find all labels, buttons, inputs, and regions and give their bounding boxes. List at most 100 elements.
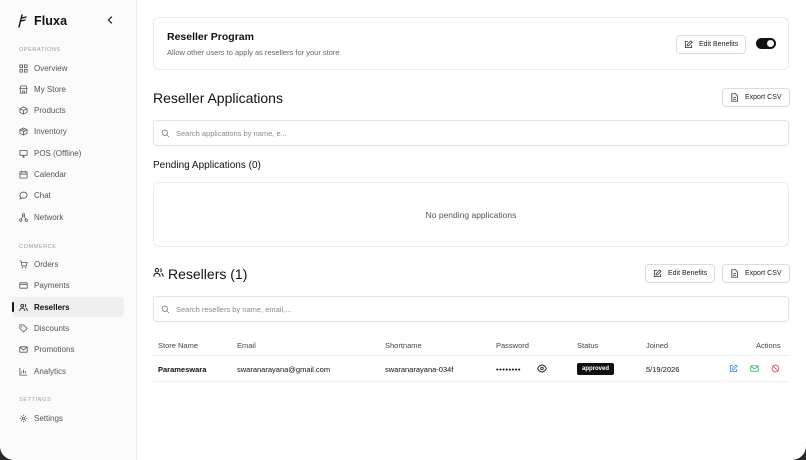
joined-cell: 5/19/2026 xyxy=(646,365,680,374)
reseller-program-card: Reseller Program Allow other users to ap… xyxy=(153,17,789,70)
edit-icon xyxy=(684,40,693,49)
sidebar-item-label: Payments xyxy=(34,280,70,290)
box-icon xyxy=(19,105,28,115)
store-icon xyxy=(19,84,28,94)
sidebar-item-label: Network xyxy=(34,212,64,222)
grid-icon xyxy=(19,63,28,73)
file-icon xyxy=(731,93,738,102)
brand: Fluxa xyxy=(16,12,122,30)
sidebar-item-my-store[interactable]: My Store xyxy=(12,79,124,99)
block-icon[interactable] xyxy=(771,364,780,373)
applications-search-input[interactable] xyxy=(176,128,736,138)
edit-benefits-button[interactable]: Edit Benefits xyxy=(676,35,747,54)
sidebar-item-resellers[interactable]: Resellers xyxy=(12,297,124,317)
column-header: Joined xyxy=(646,341,669,350)
search-icon xyxy=(161,129,170,137)
edit-benefits-label: Edit Benefits xyxy=(699,41,739,48)
section-label-commerce: COMMERCE xyxy=(19,244,57,250)
sidebar: Fluxa OPERATIONS Overview My Store Produ… xyxy=(0,0,137,460)
sidebar-item-settings[interactable]: Settings xyxy=(12,408,124,428)
mail-icon xyxy=(19,345,28,353)
resellers-search-input[interactable] xyxy=(176,304,736,314)
column-header: Status xyxy=(577,341,599,350)
collapse-sidebar-icon[interactable] xyxy=(104,14,116,26)
sidebar-item-label: Resellers xyxy=(34,302,70,312)
mail-icon[interactable] xyxy=(750,364,759,373)
column-header: Actions xyxy=(756,341,781,350)
row-divider xyxy=(153,381,789,382)
column-header: Password xyxy=(496,341,529,350)
empty-state-text: No pending applications xyxy=(425,210,517,220)
sidebar-item-orders[interactable]: Orders xyxy=(12,254,124,274)
pending-applications-title: Pending Applications (0) xyxy=(153,160,261,171)
monitor-icon xyxy=(19,149,28,158)
main-content: Reseller Program Allow other users to ap… xyxy=(137,0,806,460)
sidebar-item-label: Inventory xyxy=(34,126,67,136)
sidebar-item-label: My Store xyxy=(34,84,67,94)
package-icon xyxy=(19,126,28,136)
export-resellers-button[interactable]: Export CSV xyxy=(722,264,790,283)
sidebar-item-chat[interactable]: Chat xyxy=(12,185,124,205)
email-cell: swaranarayana@gmail.com xyxy=(237,365,331,374)
sidebar-item-label: Discounts xyxy=(34,323,70,333)
store-name-cell: Parameswara xyxy=(158,365,207,374)
sidebar-item-label: Products xyxy=(34,105,66,115)
sidebar-item-products[interactable]: Products xyxy=(12,100,124,120)
edit-icon xyxy=(653,269,662,278)
sidebar-item-label: Calendar xyxy=(34,169,67,179)
sidebar-item-network[interactable]: Network xyxy=(12,207,124,227)
applications-search[interactable] xyxy=(153,120,789,146)
applications-title: Reseller Applications xyxy=(153,90,283,106)
sidebar-item-analytics[interactable]: Analytics xyxy=(12,361,124,381)
column-header: Email xyxy=(237,341,256,350)
sidebar-item-label: Promotions xyxy=(34,344,75,354)
toggle-knob xyxy=(767,40,774,47)
file-icon xyxy=(731,269,738,278)
sidebar-item-discounts[interactable]: Discounts xyxy=(12,318,124,338)
pending-applications-panel: No pending applications xyxy=(153,182,789,247)
column-header: Store Name xyxy=(158,341,199,350)
credit-card-icon xyxy=(19,281,28,289)
app-window: Fluxa OPERATIONS Overview My Store Produ… xyxy=(0,0,806,460)
sidebar-item-payments[interactable]: Payments xyxy=(12,275,124,295)
users-icon xyxy=(19,303,28,311)
export-csv-label: Export CSV xyxy=(745,270,782,277)
network-icon xyxy=(19,212,28,222)
sidebar-item-label: Orders xyxy=(34,259,59,269)
sidebar-item-pos-offline[interactable]: POS (Offline) xyxy=(12,143,124,163)
export-applications-button[interactable]: Export CSV xyxy=(722,88,790,107)
eye-icon[interactable] xyxy=(537,364,547,373)
sidebar-item-inventory[interactable]: Inventory xyxy=(12,121,124,141)
search-icon xyxy=(161,305,170,313)
cart-icon xyxy=(19,259,28,268)
sidebar-item-label: Overview xyxy=(34,63,68,73)
app-name: Fluxa xyxy=(34,14,68,28)
calendar-icon xyxy=(19,170,28,179)
header-divider xyxy=(153,355,789,356)
chat-icon xyxy=(19,191,28,200)
shortname-cell: swaranarayana-034f xyxy=(385,365,454,374)
sidebar-item-overview[interactable]: Overview xyxy=(12,58,124,78)
section-label-operations: OPERATIONS xyxy=(19,47,61,53)
tag-icon xyxy=(19,323,28,333)
sidebar-item-label: POS (Offline) xyxy=(34,148,82,158)
section-label-settings: SETTINGS xyxy=(19,397,52,403)
resellers-title: Resellers (1) xyxy=(168,266,248,282)
sidebar-item-calendar[interactable]: Calendar xyxy=(12,164,124,184)
column-header: Shortname xyxy=(385,341,422,350)
sidebar-item-promotions[interactable]: Promotions xyxy=(12,339,124,359)
users-icon xyxy=(153,268,164,277)
status-badge: approved xyxy=(577,363,615,375)
edit-benefits-label: Edit Benefits xyxy=(668,270,708,277)
password-cell: •••••••• xyxy=(496,365,522,374)
chart-icon xyxy=(19,367,28,376)
sidebar-item-label: Analytics xyxy=(34,366,67,376)
resellers-search[interactable] xyxy=(153,296,789,322)
program-toggle[interactable] xyxy=(756,38,776,49)
gear-icon xyxy=(19,414,28,422)
logo-icon xyxy=(18,14,27,28)
reseller-edit-benefits-button[interactable]: Edit Benefits xyxy=(645,264,716,283)
edit-icon[interactable] xyxy=(729,364,738,373)
program-title: Reseller Program xyxy=(167,31,254,43)
program-description: Allow other users to apply as resellers … xyxy=(167,48,340,57)
